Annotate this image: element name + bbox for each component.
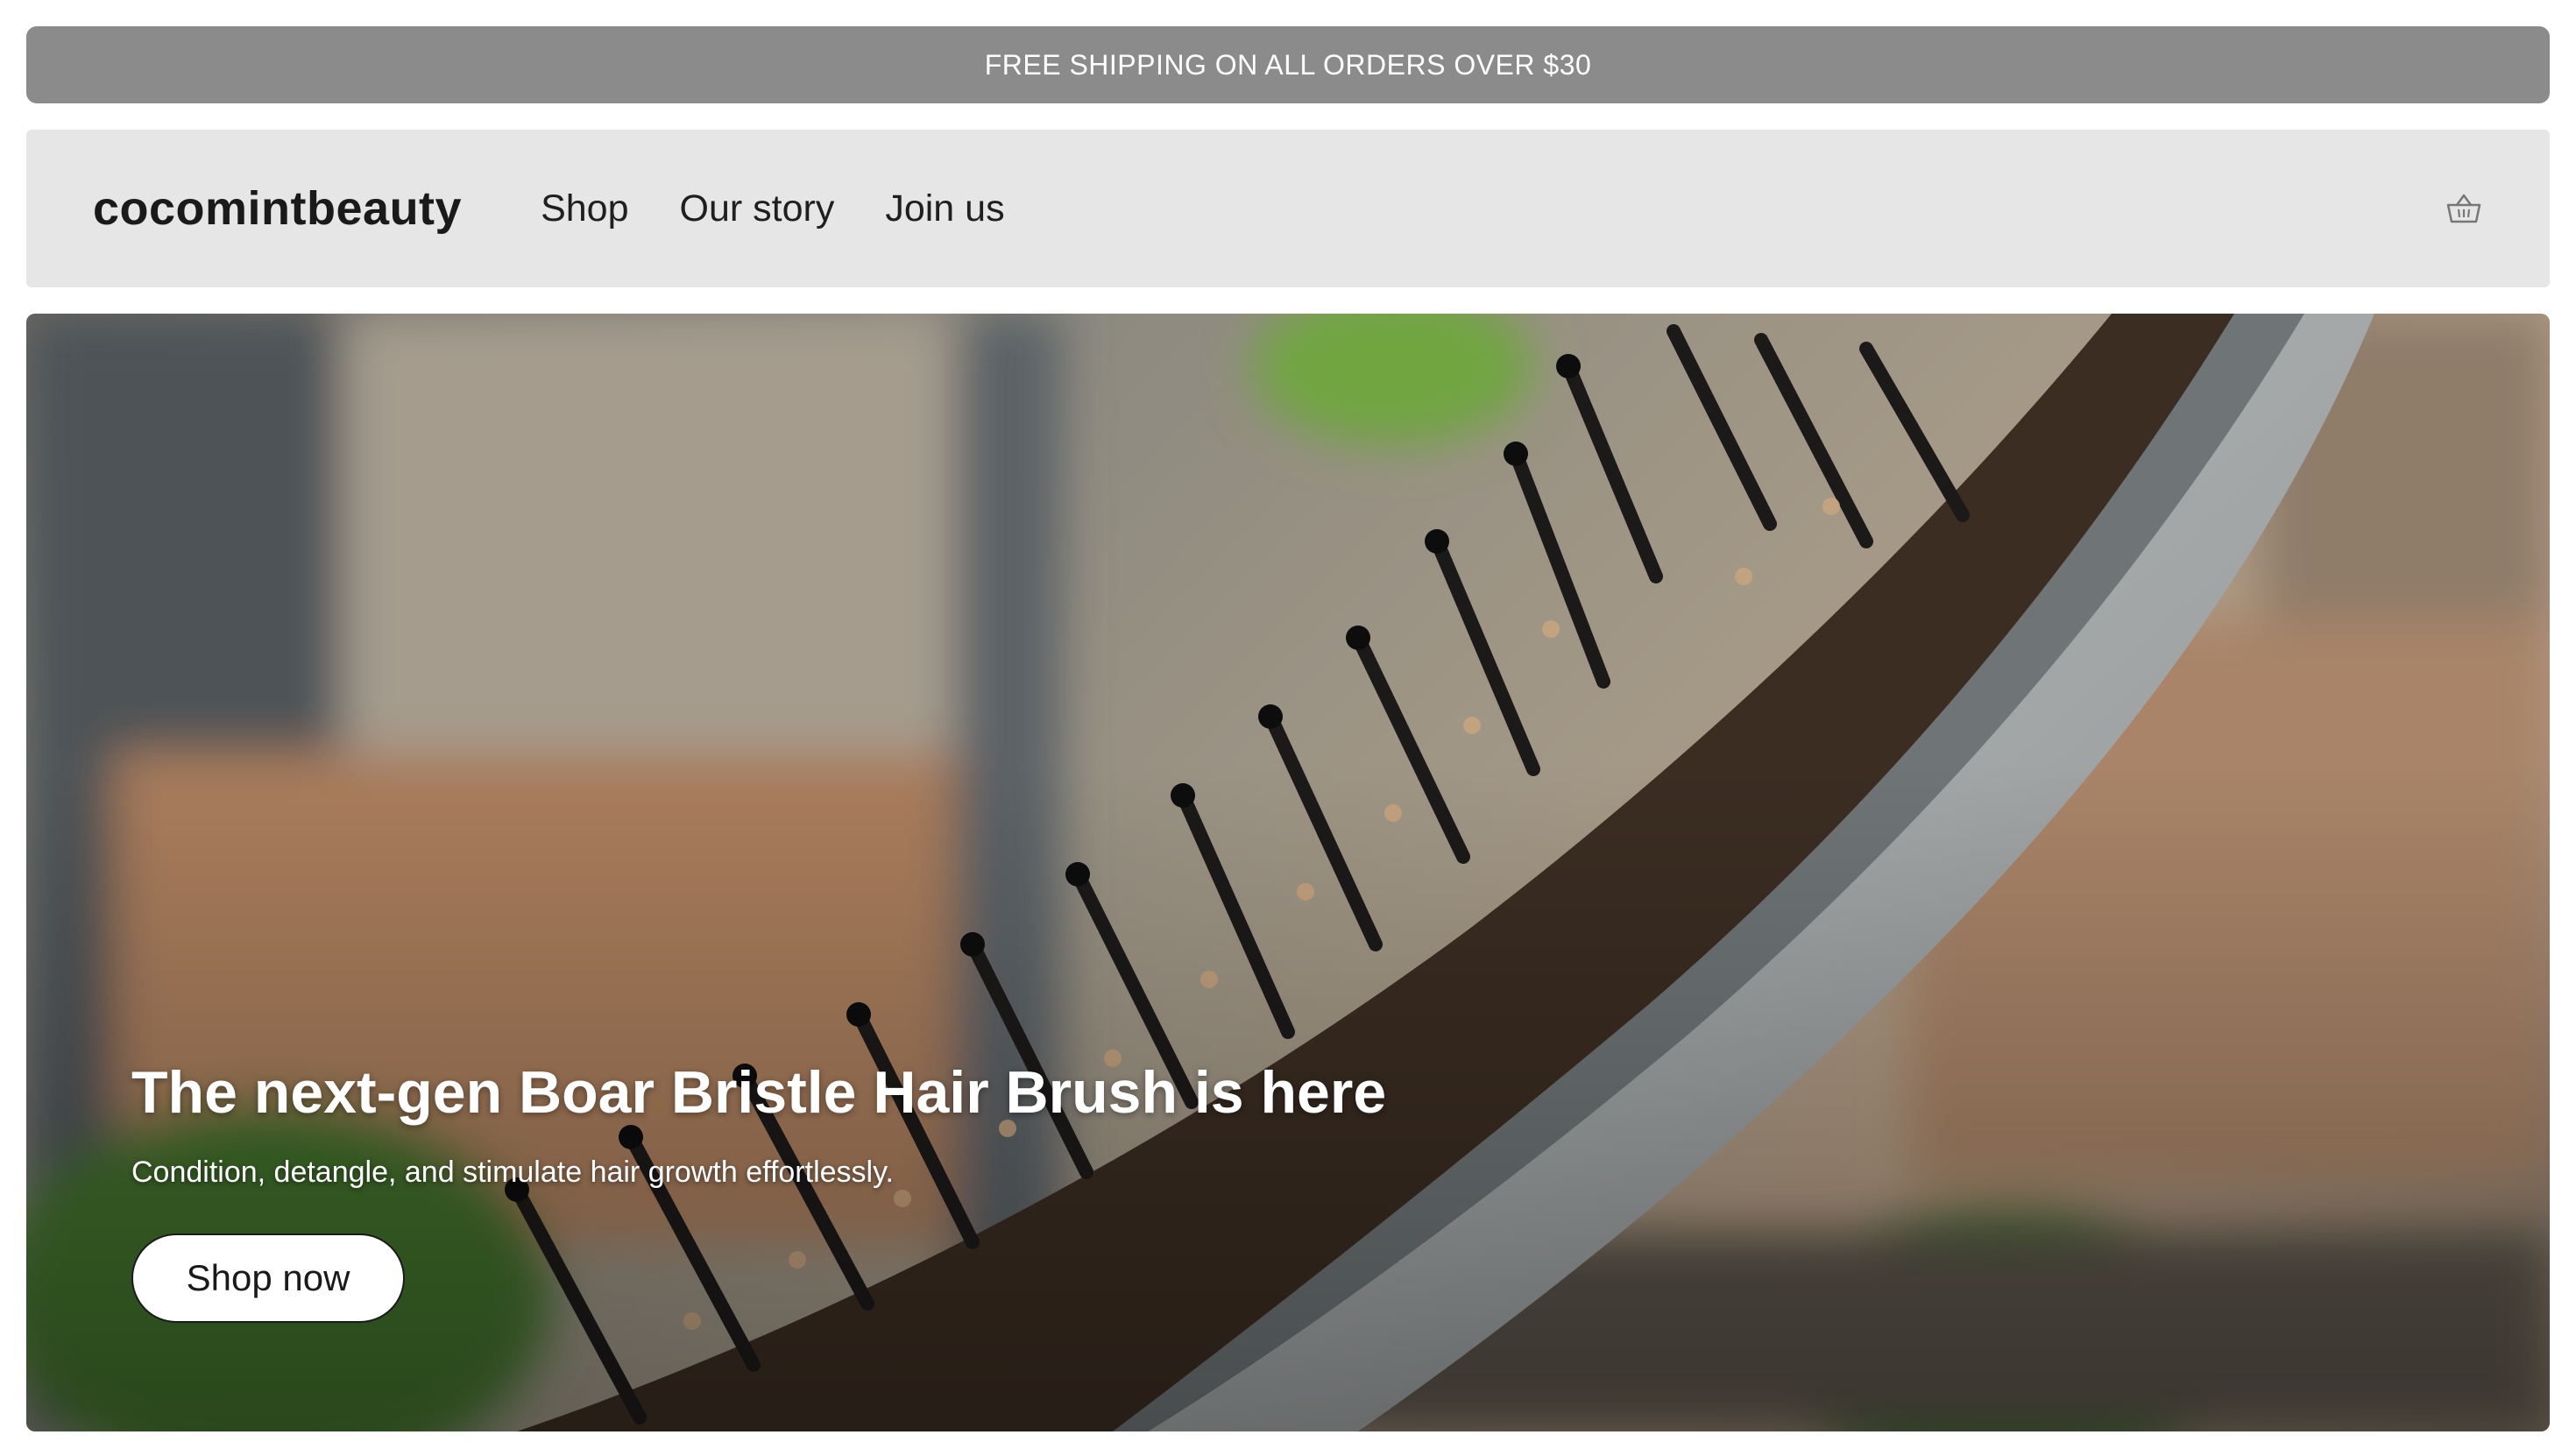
nav-shop[interactable]: Shop: [541, 187, 628, 230]
basket-icon: [2446, 194, 2481, 223]
hero-subtitle: Condition, detangle, and stimulate hair …: [131, 1155, 895, 1189]
nav-our-story[interactable]: Our story: [680, 187, 835, 230]
cart-button[interactable]: [2445, 189, 2483, 228]
hero-banner: The next-gen Boar Bristle Hair Brush is …: [26, 314, 2550, 1431]
hero-title: The next-gen Boar Bristle Hair Brush is …: [131, 1059, 1387, 1126]
logo[interactable]: cocomintbeauty: [93, 181, 462, 236]
hero-content: The next-gen Boar Bristle Hair Brush is …: [131, 1060, 1621, 1323]
shop-now-button[interactable]: Shop now: [131, 1233, 405, 1323]
nav-join-us[interactable]: Join us: [885, 187, 1004, 230]
announcement-bar: FREE SHIPPING ON ALL ORDERS OVER $30: [26, 26, 2550, 103]
announcement-text: FREE SHIPPING ON ALL ORDERS OVER $30: [984, 48, 1592, 81]
main-nav: Shop Our story Join us: [541, 187, 1005, 230]
site-header: cocomintbeauty Shop Our story Join us: [26, 130, 2550, 287]
